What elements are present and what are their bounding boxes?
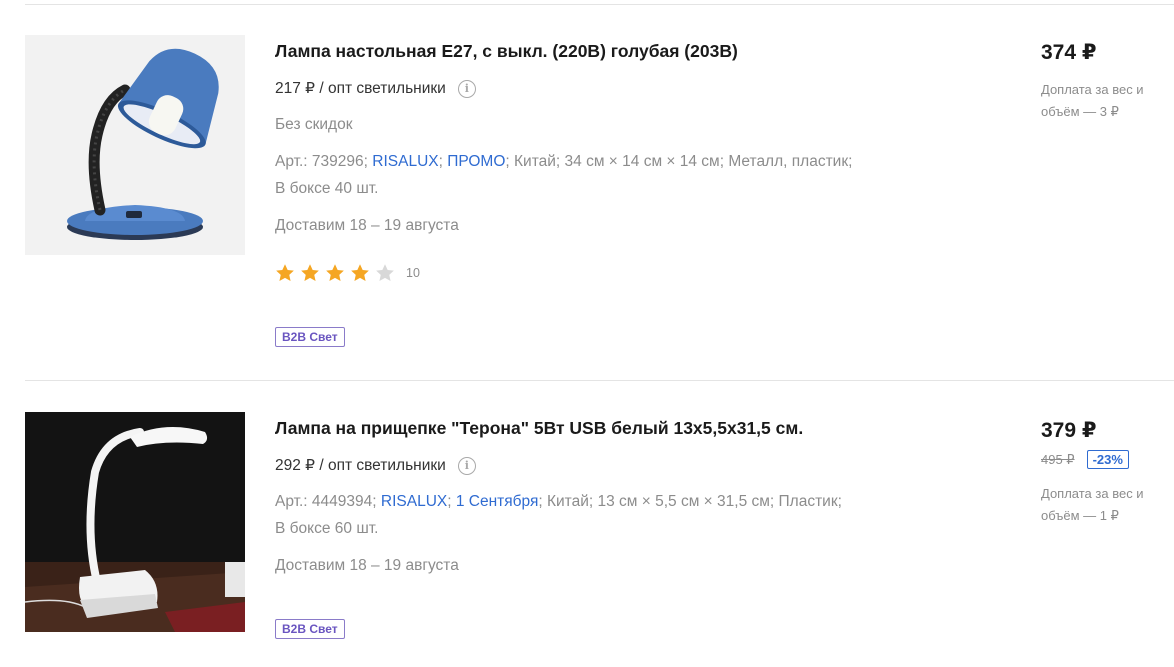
product-card: Лампа на прищепке "Терона" 5Вт USB белый… [0,381,1174,667]
star-empty-icon [376,264,394,281]
box-quantity: В боксе 60 шт. [275,520,379,537]
surcharge-note: Доплата за вес и объём — 1 ₽ [1041,486,1144,523]
blue-desk-lamp-icon [67,48,219,240]
brand-link[interactable]: RISALUX [381,493,447,510]
product-card: Лампа настольная Е27, с выкл. (220В) гол… [0,0,1174,380]
product-specs: Арт.: 739296; RISALUX; ПРОМО; Китай; 34 … [275,148,895,202]
rating-count: 10 [406,266,420,280]
no-discount-label: Без скидок [275,116,353,133]
spec-details: ; Китай; 34 см × 14 см × 14 см; Металл, … [505,153,853,170]
wholesale-price-text: 217 ₽ / опт светильники [275,80,446,97]
product-title[interactable]: Лампа на прищепке "Терона" 5Вт USB белый… [275,418,803,439]
info-icon[interactable]: i [457,79,476,98]
product-image[interactable] [25,35,245,255]
product-title[interactable]: Лампа настольная Е27, с выкл. (220В) гол… [275,41,738,62]
info-icon[interactable]: i [457,456,476,475]
old-price-row: 495 ₽ -23% [1041,450,1129,469]
star-filled-icon [301,264,319,281]
price: 374 ₽ [1041,41,1097,64]
star-filled-icon [276,264,294,281]
box-quantity: В боксе 40 шт. [275,180,379,197]
white-clip-lamp-icon [25,412,245,632]
discount-badge: -23% [1086,450,1129,469]
rating-stars[interactable]: 10 [275,263,420,283]
wholesale-price: 217 ₽ / опт светильники i [275,79,476,98]
promo-link[interactable]: ПРОМО [447,153,505,170]
article-number: Арт.: 4449394; [275,493,377,510]
wholesale-price: 292 ₽ / опт светильники i [275,456,476,475]
b2b-badge: B2B Свет [275,619,345,639]
old-price: 495 ₽ [1041,451,1075,467]
product-image[interactable] [25,412,245,632]
star-filled-icon [326,264,344,281]
article-number: Арт.: 739296; [275,153,368,170]
delivery-info: Доставим 18 – 19 августа [275,557,459,574]
surcharge-note: Доплата за вес и объём — 3 ₽ [1041,82,1144,119]
delivery-info: Доставим 18 – 19 августа [275,217,459,234]
separator: ; [438,153,443,170]
promo-link[interactable]: 1 Сентября [456,493,539,510]
star-filled-icon [351,264,369,281]
product-specs: Арт.: 4449394; RISALUX; 1 Сентября; Кита… [275,488,895,542]
separator: ; [447,493,452,510]
brand-link[interactable]: RISALUX [372,153,438,170]
wholesale-price-text: 292 ₽ / опт светильники [275,457,446,474]
spec-details: ; Китай; 13 см × 5,5 см × 31,5 см; Пласт… [538,493,842,510]
price: 379 ₽ [1041,419,1097,442]
b2b-badge: B2B Свет [275,327,345,347]
